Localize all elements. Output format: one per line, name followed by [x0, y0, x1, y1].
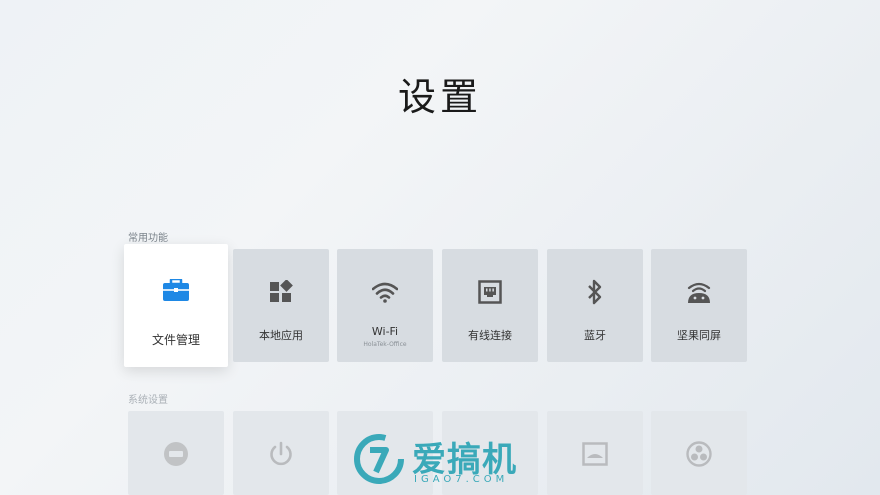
tile-label: 蓝牙 — [584, 329, 606, 342]
watermark-subtext: IGAO7.COM — [414, 474, 509, 485]
bluetooth-icon — [582, 279, 608, 305]
page-title: 设置 — [397, 75, 482, 119]
power-icon — [268, 441, 294, 467]
fan-icon — [686, 441, 712, 467]
tile-bluetooth[interactable]: 蓝牙 — [547, 249, 643, 362]
tile-wired-connection[interactable]: 有线连接 — [442, 249, 538, 362]
tile-picture[interactable] — [547, 411, 643, 495]
tile-power[interactable] — [233, 411, 329, 495]
tile-local-apps[interactable]: 本地应用 — [233, 249, 329, 362]
wifi-icon — [372, 279, 398, 305]
picture-icon — [582, 441, 608, 467]
tile-label: 文件管理 — [151, 333, 200, 347]
ethernet-icon — [477, 279, 503, 305]
tile-label: 有线连接 — [468, 329, 512, 342]
tile-hdmi[interactable] — [128, 411, 224, 495]
watermark-logo-icon — [354, 434, 404, 484]
section-label-common: 常用功能 — [128, 233, 168, 244]
apps-icon — [268, 279, 294, 305]
tile-label: 坚果同屏 — [677, 329, 721, 342]
hdmi-icon — [163, 441, 189, 467]
tile-wifi[interactable]: Wi-Fi HolaTek-Office — [337, 249, 433, 362]
tile-label: 本地应用 — [259, 329, 303, 342]
briefcase-icon — [163, 277, 189, 303]
screen-mirror-icon — [686, 279, 712, 305]
tile-fan[interactable] — [651, 411, 747, 495]
section-label-system: 系统设置 — [128, 395, 168, 406]
wifi-network-name: HolaTek-Office — [363, 341, 407, 348]
tile-label: Wi-Fi — [371, 325, 399, 338]
tile-screen-mirror[interactable]: 坚果同屏 — [651, 249, 747, 362]
watermark-logo: 爱搞机 IGAO7.COM — [352, 430, 532, 490]
tile-file-manager[interactable]: 文件管理 — [124, 244, 228, 367]
